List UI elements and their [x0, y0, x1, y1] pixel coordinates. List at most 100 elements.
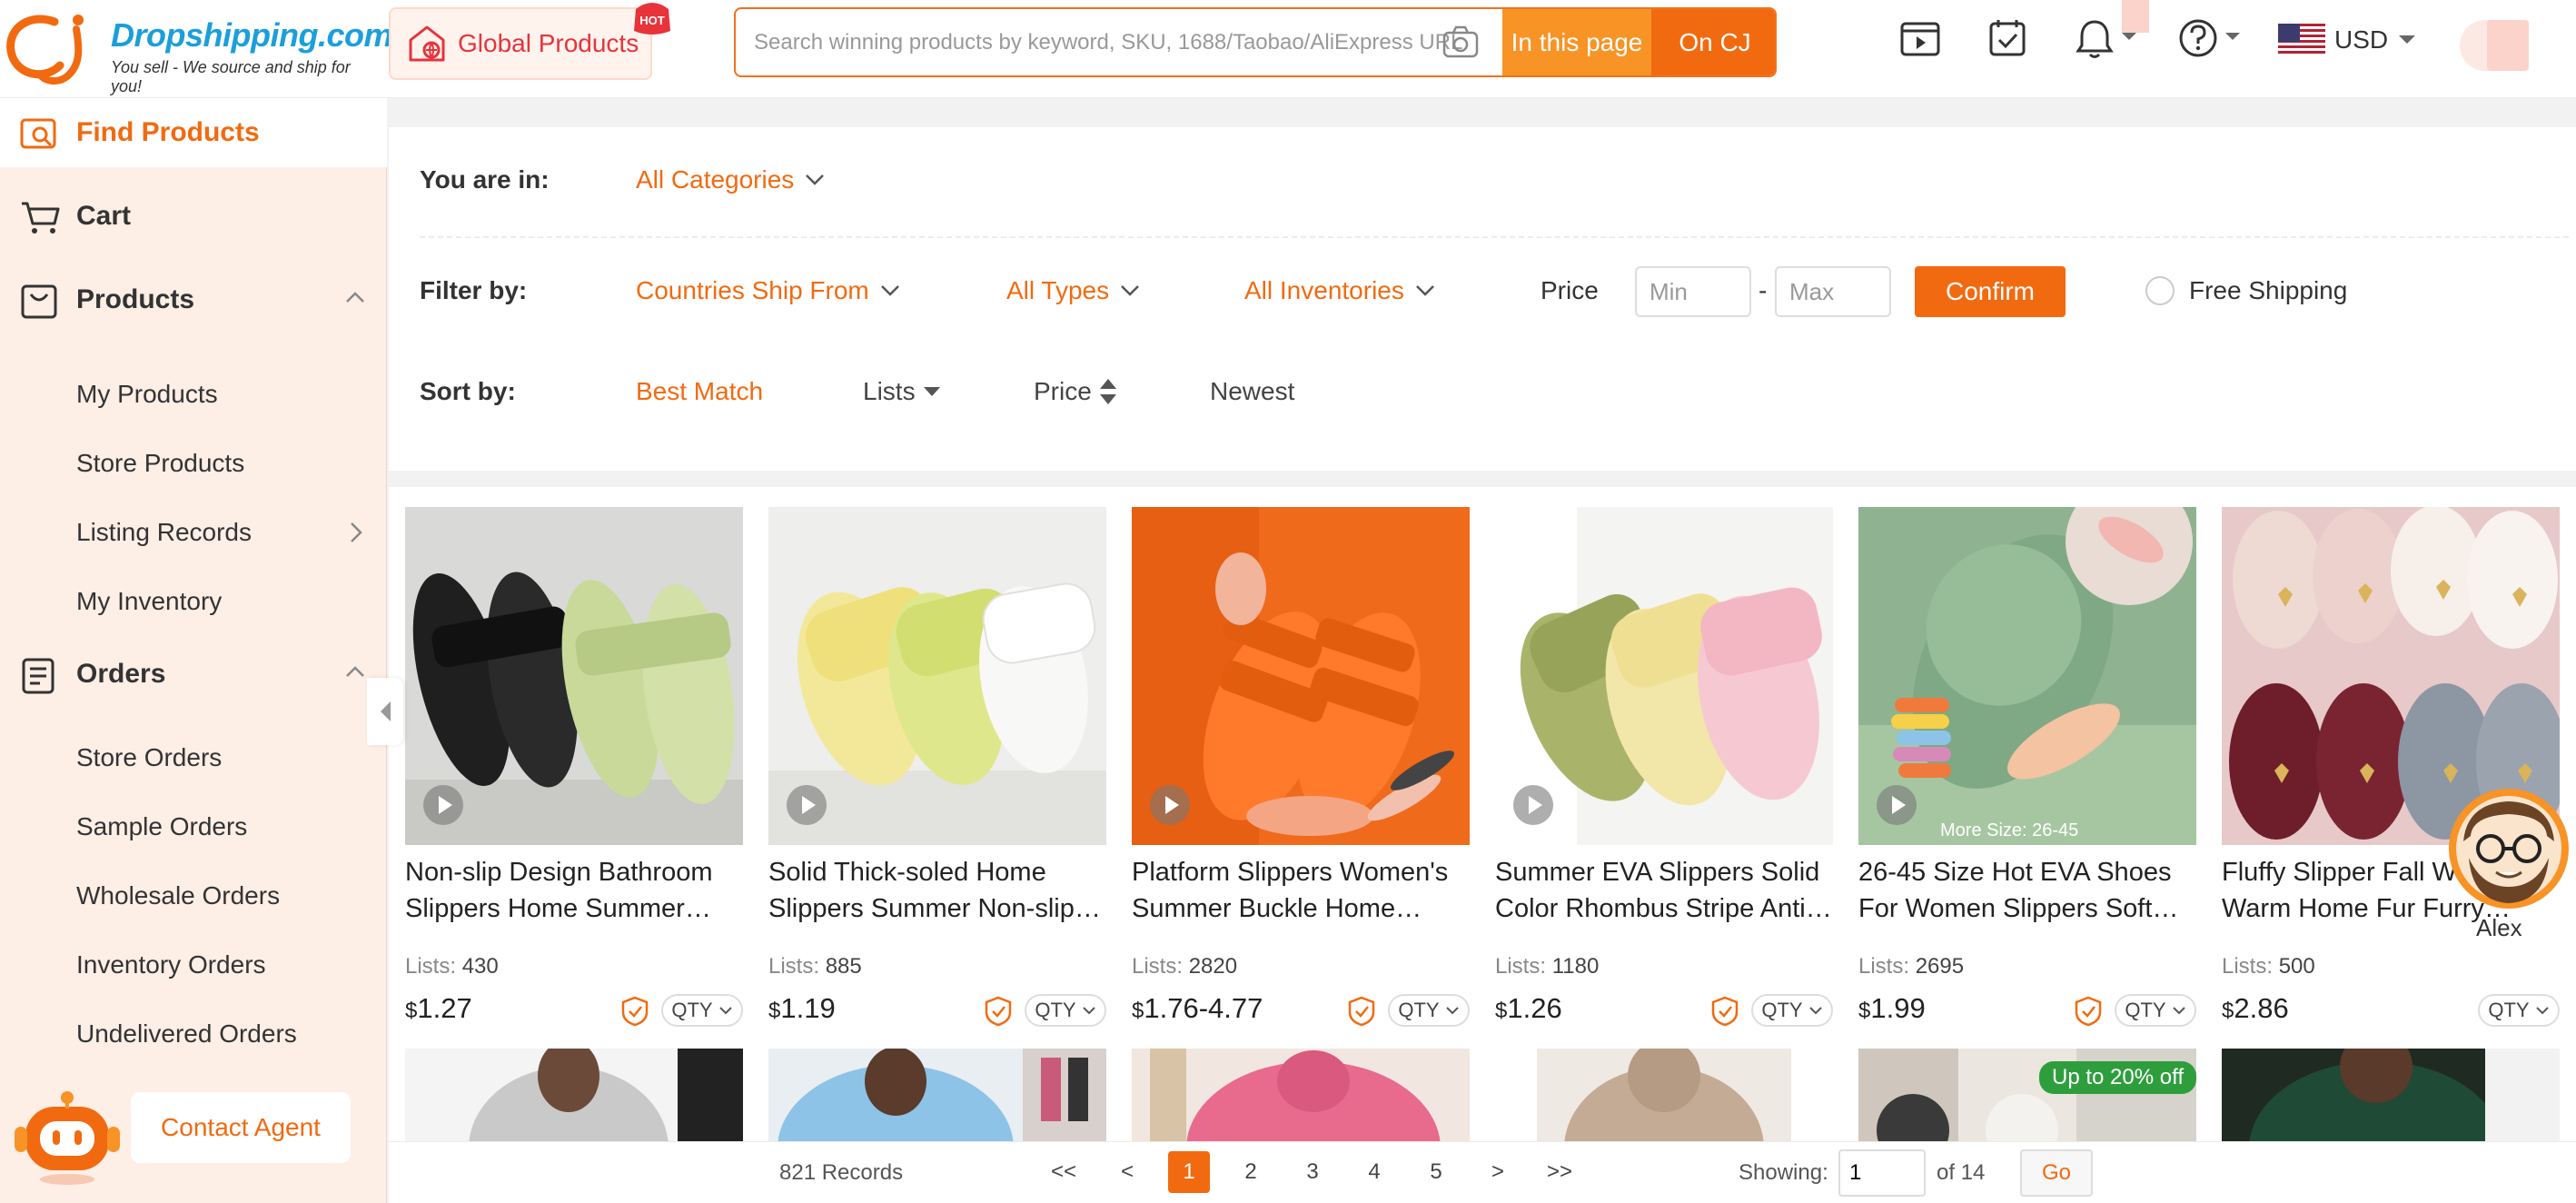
- sidebar-item-listing-records[interactable]: Listing Records: [76, 518, 252, 547]
- types-dropdown[interactable]: All Types: [1006, 276, 1140, 305]
- product-card[interactable]: [1495, 1049, 1833, 1141]
- page-number[interactable]: 1: [1168, 1151, 1210, 1193]
- qty-selector[interactable]: QTY: [661, 994, 743, 1027]
- sidebar-item-sample-orders[interactable]: Sample Orders: [76, 812, 247, 841]
- sidebar-item-my-products[interactable]: My Products: [76, 380, 218, 409]
- user-avatar[interactable]: [2460, 20, 2529, 71]
- price-min-input[interactable]: [1635, 266, 1751, 317]
- qty-selector[interactable]: QTY: [1025, 994, 1106, 1027]
- chevron-down-icon: [1445, 1007, 1459, 1015]
- page-next[interactable]: >: [1477, 1151, 1519, 1193]
- global-products-button[interactable]: Global Products HOT: [389, 3, 670, 80]
- qty-selector[interactable]: QTY: [1751, 994, 1833, 1027]
- sort-lists[interactable]: Lists: [863, 377, 941, 406]
- sort-price[interactable]: Price: [1034, 377, 1117, 406]
- page-number[interactable]: 5: [1415, 1151, 1457, 1193]
- page-number[interactable]: 3: [1292, 1151, 1333, 1193]
- product-title[interactable]: 26-45 Size Hot EVA Shoes For Women Slipp…: [1858, 854, 2196, 927]
- product-lists: Lists: 2695: [1858, 954, 1964, 979]
- camera-search-icon[interactable]: [1442, 25, 1479, 58]
- sort-best-match[interactable]: Best Match: [636, 377, 763, 406]
- sidebar-item-products[interactable]: Products: [0, 265, 387, 334]
- page-go-button[interactable]: Go: [2020, 1149, 2093, 1197]
- search-on-cj-button[interactable]: On CJ: [1651, 9, 1775, 75]
- task-checklist-icon[interactable]: [1986, 16, 2029, 65]
- page-jump-input[interactable]: [1838, 1149, 1926, 1197]
- video-play-icon[interactable]: [785, 783, 828, 827]
- search-input[interactable]: [736, 9, 1499, 75]
- qty-label: QTY: [1035, 999, 1076, 1021]
- sidebar-item-find-products[interactable]: Find Products: [0, 98, 387, 167]
- page-prev[interactable]: <: [1106, 1151, 1148, 1193]
- sidebar-item-store-orders[interactable]: Store Orders: [76, 743, 222, 772]
- site-logo[interactable]: Dropshipping.com You sell - We source an…: [4, 7, 393, 95]
- product-lists: Lists: 1180: [1495, 954, 1599, 979]
- price-max-input[interactable]: [1775, 266, 1891, 317]
- price-value: 1.26: [1507, 992, 1562, 1024]
- product-title[interactable]: Non-slip Design Bathroom Slippers Home S…: [405, 854, 743, 927]
- inventories-dropdown[interactable]: All Inventories: [1244, 276, 1435, 305]
- product-card[interactable]: Platform Slippers Women's Summer Buckle …: [1132, 507, 1470, 1034]
- page-number[interactable]: 4: [1353, 1151, 1395, 1193]
- verified-shield-icon: [1711, 996, 1739, 1027]
- price-currency: $: [405, 999, 418, 1023]
- qty-selector[interactable]: QTY: [2115, 994, 2196, 1027]
- product-title[interactable]: Platform Slippers Women's Summer Buckle …: [1132, 854, 1470, 927]
- qty-selector[interactable]: QTY: [1388, 994, 1470, 1027]
- price-currency: $: [1132, 999, 1144, 1023]
- lists-count: 1180: [1551, 954, 1600, 979]
- decorative-bar: [2122, 0, 2149, 33]
- price-confirm-button[interactable]: Confirm: [1915, 266, 2066, 317]
- category-dropdown[interactable]: All Categories: [636, 165, 825, 194]
- verified-shield-icon: [1348, 996, 1375, 1027]
- product-card[interactable]: Summer EVA Slippers Solid Color Rhombus …: [1495, 507, 1833, 1034]
- sidebar-item-orders[interactable]: Orders: [0, 640, 387, 709]
- chevron-down-icon: [880, 285, 899, 296]
- product-card[interactable]: Solid Thick-soled Home Slippers Summer N…: [768, 507, 1106, 1034]
- search-in-page-button[interactable]: In this page: [1502, 9, 1651, 75]
- sidebar-item-store-products[interactable]: Store Products: [76, 449, 244, 478]
- video-play-icon[interactable]: [1875, 783, 1918, 827]
- product-card[interactable]: Fluffy Slipper Fall Winter Warm Home Fur…: [2222, 507, 2560, 1034]
- sidebar-item-cart[interactable]: Cart: [0, 182, 387, 251]
- help-question-icon[interactable]: [2176, 16, 2244, 65]
- video-play-icon[interactable]: [1148, 783, 1192, 827]
- chevron-down-icon: [1415, 285, 1434, 296]
- price-value: 1.99: [1870, 992, 1926, 1024]
- currency-selector[interactable]: USD: [2278, 24, 2417, 56]
- chevron-down-icon: [718, 1007, 732, 1015]
- hot-badge-icon: HOT: [634, 3, 670, 35]
- inventories-dropdown-label: All Inventories: [1244, 276, 1404, 304]
- page-number[interactable]: 2: [1230, 1151, 1272, 1193]
- sidebar-item-wholesale-orders[interactable]: Wholesale Orders: [76, 881, 280, 910]
- page-first[interactable]: <<: [1043, 1151, 1085, 1193]
- qty-label: QTY: [671, 999, 713, 1021]
- sidebar-item-undelivered-orders[interactable]: Undelivered Orders: [76, 1019, 297, 1049]
- product-card[interactable]: [2222, 1049, 2560, 1141]
- free-shipping-toggle[interactable]: Free Shipping: [2145, 276, 2347, 305]
- product-title[interactable]: Summer EVA Slippers Solid Color Rhombus …: [1495, 854, 1833, 927]
- countries-ship-from-dropdown[interactable]: Countries Ship From: [636, 276, 900, 305]
- contact-agent-button[interactable]: Contact Agent: [131, 1092, 351, 1163]
- free-shipping-radio[interactable]: [2145, 276, 2175, 305]
- product-card[interactable]: More Size: 26-45 26-45 Size Hot EVA Shoe…: [1858, 507, 2196, 1034]
- page-last[interactable]: >>: [1539, 1151, 1580, 1193]
- product-card[interactable]: [1132, 1049, 1470, 1141]
- sidebar-item-my-inventory[interactable]: My Inventory: [76, 587, 222, 616]
- video-play-icon[interactable]: [1511, 783, 1555, 827]
- product-card[interactable]: Up to 20% off: [1858, 1049, 2196, 1141]
- video-play-icon[interactable]: [421, 783, 465, 827]
- sort-newest[interactable]: Newest: [1210, 377, 1294, 406]
- product-title[interactable]: Solid Thick-soled Home Slippers Summer N…: [768, 854, 1106, 927]
- product-card[interactable]: [405, 1049, 743, 1141]
- qty-label: QTY: [2125, 999, 2166, 1021]
- qty-selector[interactable]: QTY: [2478, 994, 2560, 1027]
- product-card[interactable]: Non-slip Design Bathroom Slippers Home S…: [405, 507, 743, 1034]
- sidebar-item-inventory-orders[interactable]: Inventory Orders: [76, 950, 266, 979]
- sort-down-icon: [923, 387, 940, 396]
- sidebar-collapse-toggle[interactable]: [367, 678, 403, 745]
- lists-label: Lists:: [768, 954, 820, 979]
- robot-agent-icon: [15, 1091, 120, 1185]
- product-card[interactable]: [768, 1049, 1106, 1141]
- video-icon[interactable]: [1898, 16, 1942, 65]
